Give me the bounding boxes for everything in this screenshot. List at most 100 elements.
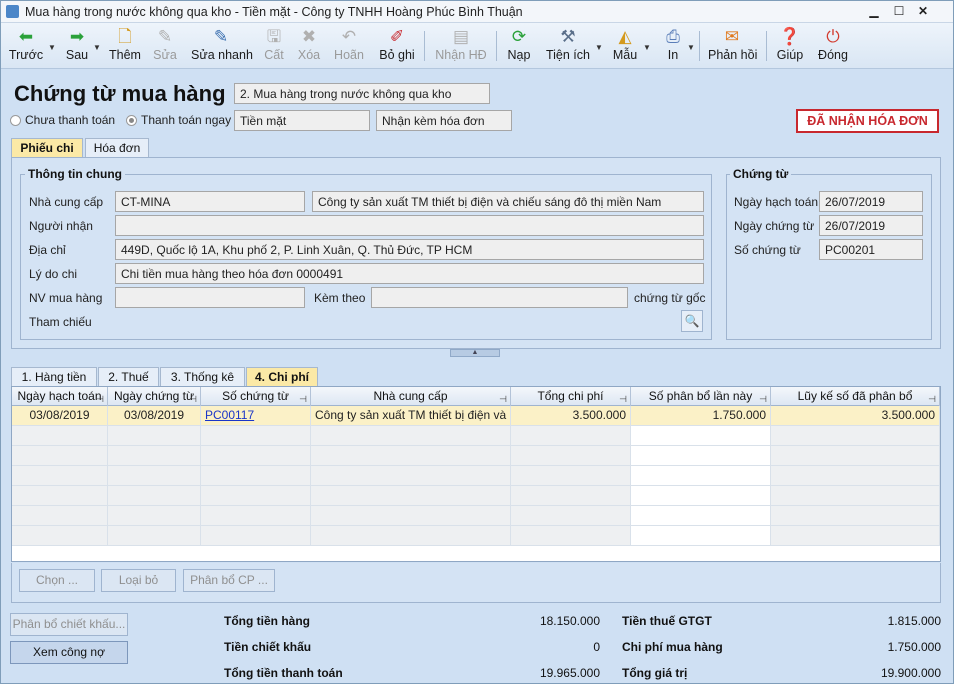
table-cell[interactable]: 3.500.000	[771, 406, 940, 426]
posting-date-field[interactable]: 26/07/2019	[819, 191, 923, 212]
quick-edit-button[interactable]: ✎ Sửa nhanh	[191, 25, 253, 67]
discount-allocation-button[interactable]: Phân bổ chiết khấu...	[10, 613, 128, 636]
table-cell	[311, 526, 511, 546]
address-field[interactable]: 449D, Quốc lộ 1A, Khu phố 2, P. Linh Xuâ…	[115, 239, 704, 260]
collapse-handle-icon[interactable]: ▲	[450, 349, 500, 357]
purchase-voucher-window: Mua hàng trong nước không qua kho - Tiền…	[0, 0, 954, 684]
voucher-date-field[interactable]: 26/07/2019	[819, 215, 923, 236]
table-cell[interactable]: 1.750.000	[631, 406, 771, 426]
address-label: Địa chỉ	[29, 243, 66, 257]
utilities-button[interactable]: ⚒ Tiện ích	[545, 25, 591, 67]
table-row[interactable]: 03/08/2019 03/08/2019 PC00117 Công ty sản x…	[12, 406, 940, 426]
detail-tab-1[interactable]: 1. Hàng tiền	[11, 367, 97, 387]
add-button[interactable]: 🗋 Thêm	[107, 25, 143, 67]
column-header[interactable]: Số phân bổ lần này ⊣	[631, 387, 771, 406]
delete-icon: ✖	[301, 27, 317, 46]
next-dropdown-icon[interactable]: ▼	[93, 43, 101, 52]
voucher-link[interactable]: PC00117	[205, 408, 254, 422]
tab-invoice[interactable]: Hóa đơn	[85, 138, 149, 158]
tab-payment-voucher[interactable]: Phiếu chi	[11, 138, 83, 158]
table-cell[interactable]: 03/08/2019	[108, 406, 201, 426]
close-icon[interactable]: ✕	[912, 3, 934, 20]
invoice-option-select[interactable]: Nhận kèm hóa đơn	[376, 110, 512, 131]
close-button[interactable]: ⏻ Đóng	[817, 25, 849, 67]
load-button[interactable]: ⟳ Nạp	[505, 25, 533, 67]
payment-method-select[interactable]: Tiền mặt	[234, 110, 370, 131]
remove-button[interactable]: Loại bỏ	[101, 569, 176, 592]
table-cell	[12, 426, 108, 446]
table-cell	[511, 506, 631, 526]
general-info-title: Thông tin chung	[25, 167, 125, 181]
voucher-date-label: Ngày chứng từ	[734, 219, 815, 233]
column-header[interactable]: Lũy kế số đã phân bổ ⊣	[771, 387, 940, 406]
prev-dropdown-icon[interactable]: ▼	[48, 43, 56, 52]
voucher-no-label: Số chứng từ	[734, 243, 801, 257]
table-cell[interactable]: PC00117	[201, 406, 311, 426]
receive-invoice-button[interactable]: ▤ Nhận HĐ	[434, 25, 488, 67]
reason-field[interactable]: Chi tiền mua hàng theo hóa đơn 0000491	[115, 263, 704, 284]
print-button[interactable]: ⎙ In	[661, 25, 685, 67]
template-dropdown-icon[interactable]: ▼	[643, 43, 651, 52]
column-header[interactable]: Tổng chi phí ⊣	[511, 387, 631, 406]
total-value-label: Tổng giá trị	[622, 666, 688, 680]
title-bar: Mua hàng trong nước không qua kho - Tiền…	[1, 1, 953, 23]
receiver-field[interactable]	[115, 215, 704, 236]
column-header-label: Tổng chi phí	[537, 389, 604, 403]
next-button[interactable]: ➡ Sau	[61, 25, 93, 67]
column-header[interactable]: Số chứng từ ⊣	[201, 387, 311, 406]
utilities-dropdown-icon[interactable]: ▼	[595, 43, 603, 52]
buyer-field[interactable]	[115, 287, 305, 308]
table-cell	[311, 506, 511, 526]
template-button[interactable]: ◭ Mẫu	[611, 25, 639, 67]
goods-total-label: Tổng tiền hàng	[224, 614, 310, 628]
reference-search-icon[interactable]: 🔍	[681, 310, 703, 332]
table-row[interactable]	[12, 466, 940, 486]
supplier-code-field[interactable]: CT-MINA	[115, 191, 305, 212]
table-row[interactable]	[12, 526, 940, 546]
supplier-name-field[interactable]: Công ty sản xuất TM thiết bị điện và chi…	[312, 191, 704, 212]
select-button[interactable]: Chọn ...	[19, 569, 95, 592]
detail-tab-2[interactable]: 2. Thuế	[98, 367, 159, 387]
table-row[interactable]	[12, 486, 940, 506]
toolbar-separator	[699, 31, 700, 61]
view-debt-button[interactable]: Xem công nợ	[10, 641, 128, 664]
table-row[interactable]	[12, 426, 940, 446]
detail-tab-3[interactable]: 3. Thống kê	[160, 367, 245, 387]
column-header[interactable]: Ngày chứng từ ⊣	[108, 387, 201, 406]
transaction-type-select[interactable]: 2. Mua hàng trong nước không qua kho	[234, 83, 490, 104]
maximize-icon[interactable]: ☐	[888, 3, 910, 20]
radio-dot-selected	[126, 115, 137, 126]
column-header-label: Nhà cung cấp	[373, 389, 448, 403]
table-cell[interactable]: Công ty sản xuất TM thiết bị điện và c	[311, 406, 511, 426]
radio-unpaid[interactable]: Chưa thanh toán	[10, 113, 115, 127]
save-icon: 🖫	[266, 27, 282, 46]
unpost-button[interactable]: ✐ Bỏ ghi	[378, 25, 416, 67]
prev-button[interactable]: ⬅ Trước	[7, 25, 45, 67]
table-cell	[108, 466, 201, 486]
allocate-cost-button[interactable]: Phân bổ CP ...	[183, 569, 275, 592]
table-row[interactable]	[12, 506, 940, 526]
edit-button[interactable]: ✎ Sửa	[151, 25, 179, 67]
save-button[interactable]: 🖫 Cất	[261, 25, 287, 67]
help-button[interactable]: ❓ Giúp	[776, 25, 804, 67]
voucher-no-field[interactable]: PC00201	[819, 239, 923, 260]
column-header[interactable]: Ngày hạch toán ⊣	[12, 387, 108, 406]
table-cell	[201, 426, 311, 446]
table-cell	[311, 466, 511, 486]
feedback-button[interactable]: ✉ Phản hồi	[708, 25, 757, 67]
column-header-label: Số chứng từ	[222, 389, 289, 403]
table-cell[interactable]: 3.500.000	[511, 406, 631, 426]
delete-button[interactable]: ✖ Xóa	[295, 25, 323, 67]
undo-button[interactable]: ↶ Hoãn	[332, 25, 366, 67]
minimize-icon[interactable]: ▁	[863, 3, 885, 20]
table-cell	[771, 426, 940, 446]
detail-tab-4[interactable]: 4. Chi phí	[246, 367, 318, 387]
table-cell	[511, 426, 631, 446]
print-dropdown-icon[interactable]: ▼	[687, 43, 695, 52]
table-cell[interactable]: 03/08/2019	[12, 406, 108, 426]
radio-paid-now[interactable]: Thanh toán ngay	[126, 113, 231, 127]
column-header[interactable]: Nhà cung cấp ⊣	[311, 387, 511, 406]
table-cell	[201, 446, 311, 466]
attach-field[interactable]	[371, 287, 628, 308]
table-row[interactable]	[12, 446, 940, 466]
